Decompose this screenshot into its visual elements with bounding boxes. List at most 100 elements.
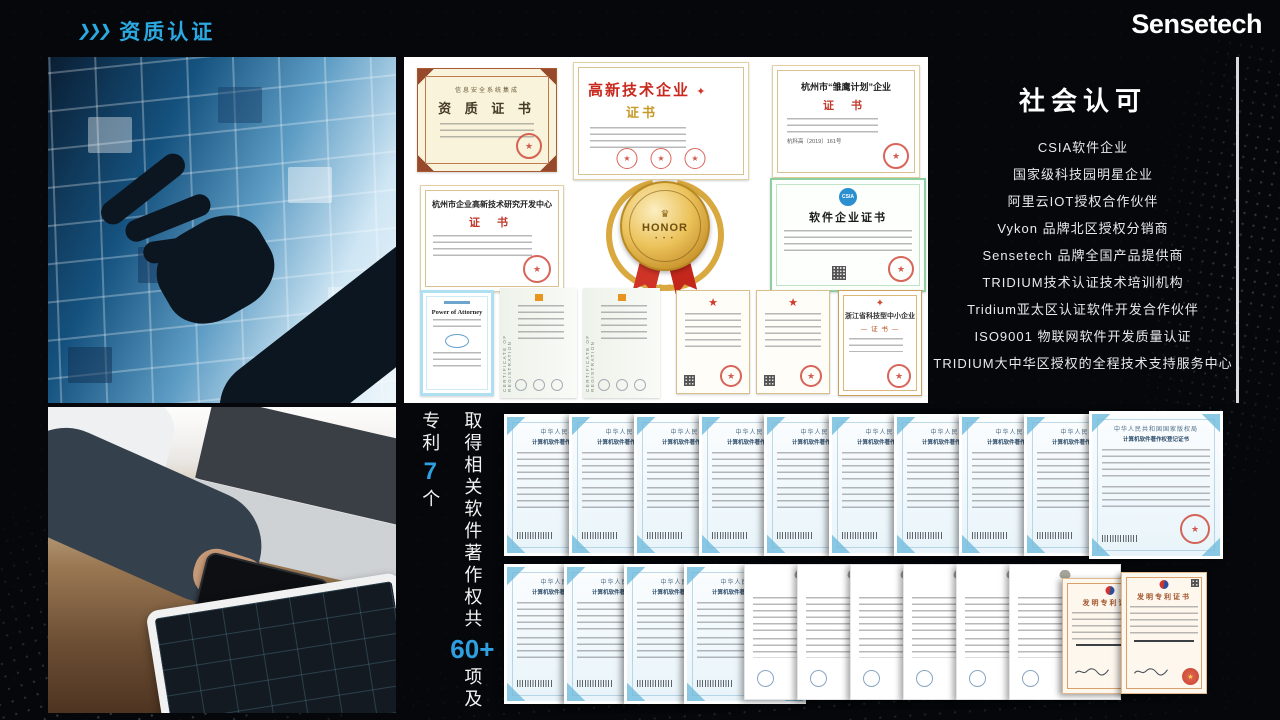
qr-code <box>764 375 775 386</box>
page-title: 资质认证 <box>119 16 215 46</box>
certificate-zhejiang-sme: ✦ 浙江省科技型中小企业 — 证 书 — <box>838 290 922 396</box>
barcode <box>577 680 613 687</box>
social-recognition-item: Vykon 品牌北区授权分销商 <box>932 215 1234 242</box>
certificate-title: 软件企业证书 <box>772 209 924 225</box>
text-lines <box>590 127 686 149</box>
decor-tile <box>218 87 262 123</box>
patent-summary-line: 专利 7 个 <box>418 411 442 720</box>
panel-edge-line <box>1236 57 1239 403</box>
barcode <box>1037 532 1073 539</box>
text-lines <box>784 230 912 256</box>
invention-patent-certificate-full: 发明专利证书 <box>1121 572 1207 694</box>
barcode <box>972 532 1008 539</box>
photo-workspace <box>48 407 396 713</box>
certificate-power-of-attorney: Power of Attorney <box>420 290 494 396</box>
flame-icon: ✦ <box>696 86 707 98</box>
social-recognition-item: TRIDIUM大中华区授权的全程技术支持服务中心 <box>932 350 1234 377</box>
text-lines <box>433 235 532 257</box>
certificate-subtitle: 信息安全系统集成 <box>418 85 556 94</box>
red-seal: ★ <box>617 148 638 169</box>
decor-tile <box>88 117 132 153</box>
cnipa-logo-icon <box>1105 586 1114 595</box>
blue-oval-seal <box>445 334 469 348</box>
text-lines <box>1102 486 1210 508</box>
blue-seal <box>757 670 774 687</box>
certificate-country-header: 中华人民共和国国家版权局 <box>1092 424 1220 433</box>
signature <box>1073 666 1111 677</box>
blue-seal <box>810 670 827 687</box>
text-lines <box>1102 449 1210 481</box>
chevrons-icon: ❯❯❯ <box>76 21 111 41</box>
certificate-rnd-center: 杭州市企业高新技术研究开发中心 证 书 <box>420 185 564 292</box>
copyright-text-suffix: 项及 <box>462 667 482 711</box>
qr-code <box>1191 579 1199 587</box>
accreditation-logo-icon <box>533 379 545 391</box>
patent-summary-vertical-text: 取得相关软件著作权共60+项及 专利7个 <box>418 411 494 720</box>
social-recognition-item: TRIDIUM技术认证技术培训机构 <box>932 269 1234 296</box>
certificate-title: 杭州市“雏鹰计划”企业 <box>773 80 919 93</box>
certificate-title: 发明专利证书 <box>1122 592 1206 602</box>
barcode <box>842 532 878 539</box>
text-lines <box>518 305 564 339</box>
brand-logo: Sensetech <box>1131 9 1262 40</box>
accreditation-logos <box>598 379 646 391</box>
cnipa-logo-icon <box>1160 580 1169 589</box>
red-seal: ★ <box>651 148 672 169</box>
software-copyright-certificate-full: 中华人民共和国国家版权局 计算机软件著作权登记证书 <box>1089 411 1223 559</box>
slide: ❯❯❯ 资质认证 Sensetech 信息安全系统集成 资 质 证 书 高新技术… <box>0 0 1280 720</box>
red-seal: ★ <box>685 148 706 169</box>
patent-text-suffix: 个 <box>420 489 440 511</box>
text-lines <box>433 319 481 329</box>
photo-videowall <box>48 57 396 403</box>
csia-logo-icon: CSIA <box>839 188 857 206</box>
text-lines <box>849 338 903 352</box>
barcode <box>907 532 943 539</box>
certificate-title: 计算机软件著作权登记证书 <box>1092 435 1220 443</box>
red-seal <box>887 364 911 388</box>
certificate-hightech: 高新技术企业 ✦ 证书 ★ ★ ★ <box>573 62 749 180</box>
red-seal <box>1180 514 1210 544</box>
brand-mark <box>444 301 470 304</box>
red-seal <box>888 256 914 282</box>
certificate-subtitle: 证 书 <box>773 97 919 113</box>
blue-seal <box>863 670 880 687</box>
barcode <box>777 532 813 539</box>
social-recognition-item: 阿里云IOT授权合作伙伴 <box>932 188 1234 215</box>
barcode <box>712 532 748 539</box>
social-recognition-item: 国家级科技园明星企业 <box>932 161 1234 188</box>
accreditation-logo-icon <box>551 379 563 391</box>
certificate-property-license: ★ <box>756 290 830 394</box>
patent-certificates-row: 中华人民共和国 计算机软件著作权登记证书 中华人民共和国 计算机软件著作权登记证… <box>504 564 1207 716</box>
certificate-chuying: 杭州市“雏鹰计划”企业 证 书 杭科高〔2019〕161号 <box>772 65 920 178</box>
patents-panel: 取得相关软件著作权共60+项及 专利7个 中华人民共和国 计算机软件著作权登记证… <box>404 407 1232 720</box>
honor-medal: ♛ HONOR • • • <box>610 175 720 293</box>
certificate-title: 资 质 证 书 <box>418 98 556 117</box>
certificate-title: 杭州市企业高新技术研究开发中心 <box>421 199 563 210</box>
medal-face: ♛ HONOR • • • <box>620 181 710 271</box>
certificate-title: 浙江省科技型中小企业 <box>839 311 921 321</box>
crown-icon: ♛ <box>661 210 670 220</box>
red-emblem-seal <box>1182 668 1199 685</box>
accreditation-logo-icon <box>515 379 527 391</box>
text-lines <box>601 305 647 339</box>
copyright-text-prefix: 取得相关软件著作权共 <box>462 411 482 631</box>
text-lines <box>433 352 481 368</box>
barcode <box>647 532 683 539</box>
red-seal <box>516 133 542 159</box>
social-recognition-item: Sensetech 品牌全国产品提供商 <box>932 242 1234 269</box>
barcode <box>697 680 733 687</box>
barcode <box>517 532 553 539</box>
accreditation-logo-icon <box>598 379 610 391</box>
certificate-iso-registration-en: CERTIFICATE OF REGISTRATION <box>583 288 660 398</box>
patent-count: 7 <box>424 460 437 484</box>
blue-seal <box>969 670 986 687</box>
signature <box>1132 666 1170 677</box>
registrar-logo <box>618 294 626 301</box>
certificate-title: 高新技术企业 ✦ <box>588 79 748 100</box>
patent-text-prefix: 专利 <box>420 411 440 455</box>
certificates-panel: 信息安全系统集成 资 质 证 书 高新技术企业 ✦ 证书 ★ ★ ★ 杭州市“雏… <box>404 57 928 403</box>
social-recognition-list: CSIA软件企业 国家级科技园明星企业 阿里云IOT授权合作伙伴 Vykon 品… <box>932 134 1234 377</box>
text-lines <box>787 118 878 134</box>
certificate-subtitle: — 证 书 — <box>839 323 921 333</box>
text-lines <box>1130 606 1197 636</box>
